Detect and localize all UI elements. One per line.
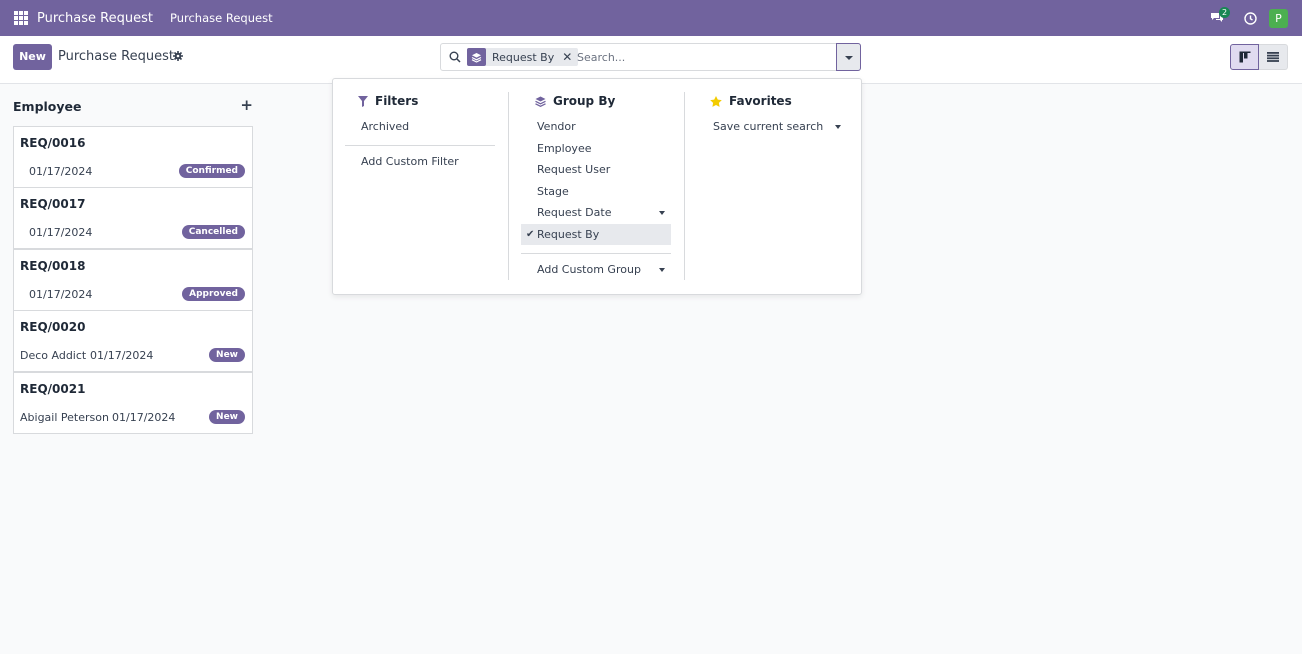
group-by-vendor[interactable]: Vendor [521,116,671,137]
add-custom-filter[interactable]: Add Custom Filter [345,151,495,172]
group-by-request-by[interactable]: ✔ Request By [521,224,671,245]
filter-item-archived[interactable]: Archived [345,116,495,137]
list-view-button[interactable] [1259,44,1288,70]
list-icon [1267,52,1279,62]
group-by-stage[interactable]: Stage [521,181,671,202]
view-switcher [1230,44,1288,70]
card-reference: REQ/0018 [20,259,86,273]
new-button[interactable]: New [13,44,52,70]
search-panel-dropdown: Filters Archived Add Custom Filter Group… [332,78,862,295]
add-custom-group[interactable]: Add Custom Group [521,259,671,280]
app-brand[interactable]: Purchase Request [37,11,153,26]
menu-item-purchase-request[interactable]: Purchase Request [170,0,273,36]
search-input[interactable] [577,49,832,65]
status-badge: New [209,410,245,424]
filters-header: Filters [358,93,498,109]
layers-icon [535,96,546,107]
status-badge: Approved [182,287,245,301]
favorites-section: Favorites [710,93,850,109]
card-reference: REQ/0016 [20,136,86,150]
facet-label: Request By [492,50,555,64]
save-current-search-label: Save current search [713,120,824,133]
top-navbar: Purchase Request Purchase Request 2 P [0,0,1302,36]
group-by-request-by-label: Request By [537,228,600,241]
status-badge: New [209,348,245,362]
kanban-column-employee: Employee + REQ/0016 01/17/2024 Confirmed… [13,92,253,434]
check-icon: ✔ [526,229,535,240]
kanban-card[interactable]: REQ/0021 Abigail Peterson 01/17/2024 New [13,372,253,434]
favorites-header: Favorites [710,93,850,109]
group-by-title: Group By [553,94,616,108]
group-by-request-date-label: Request Date [537,206,612,219]
layers-icon [467,48,486,66]
gear-icon[interactable] [173,51,183,61]
add-custom-group-label: Add Custom Group [537,263,641,276]
search-panel-toggle[interactable] [836,43,861,71]
control-panel: New Purchase Request Request By ✕ [0,36,1302,84]
column-header: Employee + [13,92,253,120]
card-reference: REQ/0021 [20,382,86,396]
column-add-button[interactable]: + [240,96,253,114]
page-title: Purchase Request [58,49,174,64]
clock-icon[interactable] [1244,11,1257,25]
kanban-card[interactable]: REQ/0020 Deco Addict 01/17/2024 New [13,310,253,372]
group-by-employee[interactable]: Employee [521,138,671,159]
kanban-card[interactable]: REQ/0016 01/17/2024 Confirmed [13,126,253,188]
caret-down-icon [659,268,665,272]
column-divider [684,92,685,280]
kanban-card[interactable]: REQ/0017 01/17/2024 Cancelled [13,187,253,249]
chat-icon[interactable]: 2 [1210,7,1231,24]
divider [345,145,495,146]
divider [521,253,671,254]
kanban-icon [1239,51,1250,63]
close-icon[interactable]: ✕ [562,50,572,64]
caret-down-icon [835,125,841,129]
card-employee: Deco Addict [20,349,87,362]
star-icon [710,95,722,107]
column-divider [508,92,509,280]
card-date: 01/17/2024 [29,226,93,239]
chat-badge: 2 [1219,7,1231,18]
avatar[interactable]: P [1269,8,1288,28]
group-by-request-date[interactable]: Request Date [521,202,671,223]
navbar-systray: 2 P [1210,0,1288,36]
status-badge: Cancelled [181,225,245,239]
apps-icon[interactable] [14,11,28,25]
group-by-section: Group By [535,93,675,109]
card-employee: Abigail Peterson [20,411,109,424]
column-title: Employee [13,99,82,114]
card-reference: REQ/0020 [20,320,86,334]
favorites-title: Favorites [729,94,792,108]
card-date: 01/17/2024 [29,288,93,301]
kanban-card[interactable]: REQ/0018 01/17/2024 Approved [13,249,253,311]
card-date: 01/17/2024 [112,411,176,424]
card-reference: REQ/0017 [20,197,86,211]
search-facet: Request By ✕ [467,48,579,66]
save-current-search[interactable]: Save current search [697,116,847,137]
card-date: 01/17/2024 [90,349,154,362]
search-icon[interactable] [449,51,461,63]
filters-title: Filters [375,94,419,108]
kanban-view-button[interactable] [1230,44,1259,70]
status-badge: Confirmed [178,164,245,178]
caret-down-icon [845,56,853,60]
card-date: 01/17/2024 [29,165,93,178]
search-bar: Request By ✕ [440,43,861,71]
group-by-header: Group By [535,93,675,109]
caret-down-icon [659,211,665,215]
filter-icon [358,95,368,107]
filters-section: Filters [358,93,498,109]
group-by-request-user[interactable]: Request User [521,159,671,180]
